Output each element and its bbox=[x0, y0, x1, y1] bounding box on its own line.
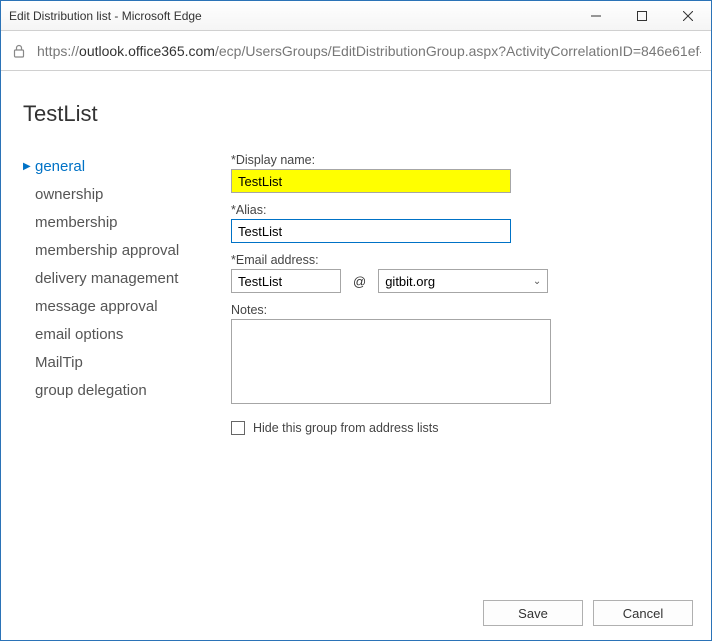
url-host: outlook.office365.com bbox=[79, 43, 215, 59]
email-domain-value: gitbit.org bbox=[385, 274, 435, 289]
chevron-down-icon: ⌄ bbox=[533, 276, 541, 287]
nav-item-delivery-management[interactable]: ▶ delivery management bbox=[23, 265, 203, 293]
caret-right-icon: ▶ bbox=[23, 159, 35, 175]
nav-label: email options bbox=[35, 323, 123, 347]
nav-label: MailTip bbox=[35, 351, 83, 375]
nav-item-group-delegation[interactable]: ▶ group delegation bbox=[23, 377, 203, 405]
nav-item-email-options[interactable]: ▶ email options bbox=[23, 321, 203, 349]
display-name-input[interactable] bbox=[231, 169, 511, 193]
hide-group-row[interactable]: Hide this group from address lists bbox=[231, 421, 591, 435]
page-title: TestList bbox=[23, 101, 691, 127]
url-prefix: https:// bbox=[37, 43, 79, 59]
footer-buttons: Save Cancel bbox=[483, 600, 693, 626]
nav-label: general bbox=[35, 155, 85, 179]
hide-group-label: Hide this group from address lists bbox=[253, 421, 439, 435]
nav-item-ownership[interactable]: ▶ ownership bbox=[23, 181, 203, 209]
nav-label: ownership bbox=[35, 183, 103, 207]
body-layout: ▶ general ▶ ownership ▶ membership ▶ mem… bbox=[23, 153, 691, 435]
nav-item-membership[interactable]: ▶ membership bbox=[23, 209, 203, 237]
lock-icon bbox=[11, 44, 27, 58]
at-sign: @ bbox=[353, 274, 366, 289]
window-titlebar: Edit Distribution list - Microsoft Edge bbox=[1, 1, 711, 31]
side-nav: ▶ general ▶ ownership ▶ membership ▶ mem… bbox=[23, 153, 203, 435]
nav-label: membership approval bbox=[35, 239, 179, 263]
maximize-button[interactable] bbox=[619, 1, 665, 31]
email-domain-select[interactable]: gitbit.org ⌄ bbox=[378, 269, 548, 293]
email-address-row: @ gitbit.org ⌄ bbox=[231, 269, 591, 293]
cancel-button[interactable]: Cancel bbox=[593, 600, 693, 626]
notes-textarea[interactable] bbox=[231, 319, 551, 404]
content-area: TestList ▶ general ▶ ownership ▶ members… bbox=[1, 71, 711, 435]
nav-label: delivery management bbox=[35, 267, 178, 291]
hide-group-checkbox[interactable] bbox=[231, 421, 245, 435]
display-name-label: *Display name: bbox=[231, 153, 591, 167]
form-panel: *Display name: *Alias: *Email address: @… bbox=[231, 153, 591, 435]
url-path: /ecp/UsersGroups/EditDistributionGroup.a… bbox=[215, 43, 701, 59]
address-bar[interactable]: https://outlook.office365.com/ecp/UsersG… bbox=[1, 31, 711, 71]
nav-label: membership bbox=[35, 211, 118, 235]
nav-item-general[interactable]: ▶ general bbox=[23, 153, 203, 181]
nav-item-mailtip[interactable]: ▶ MailTip bbox=[23, 349, 203, 377]
nav-label: message approval bbox=[35, 295, 158, 319]
url-text: https://outlook.office365.com/ecp/UsersG… bbox=[37, 43, 701, 59]
email-local-input[interactable] bbox=[231, 269, 341, 293]
minimize-button[interactable] bbox=[573, 1, 619, 31]
email-address-label: *Email address: bbox=[231, 253, 591, 267]
alias-input[interactable] bbox=[231, 219, 511, 243]
alias-label: *Alias: bbox=[231, 203, 591, 217]
window-title: Edit Distribution list - Microsoft Edge bbox=[9, 9, 573, 23]
nav-label: group delegation bbox=[35, 379, 147, 403]
save-button[interactable]: Save bbox=[483, 600, 583, 626]
nav-item-membership-approval[interactable]: ▶ membership approval bbox=[23, 237, 203, 265]
nav-item-message-approval[interactable]: ▶ message approval bbox=[23, 293, 203, 321]
close-button[interactable] bbox=[665, 1, 711, 31]
notes-label: Notes: bbox=[231, 303, 591, 317]
